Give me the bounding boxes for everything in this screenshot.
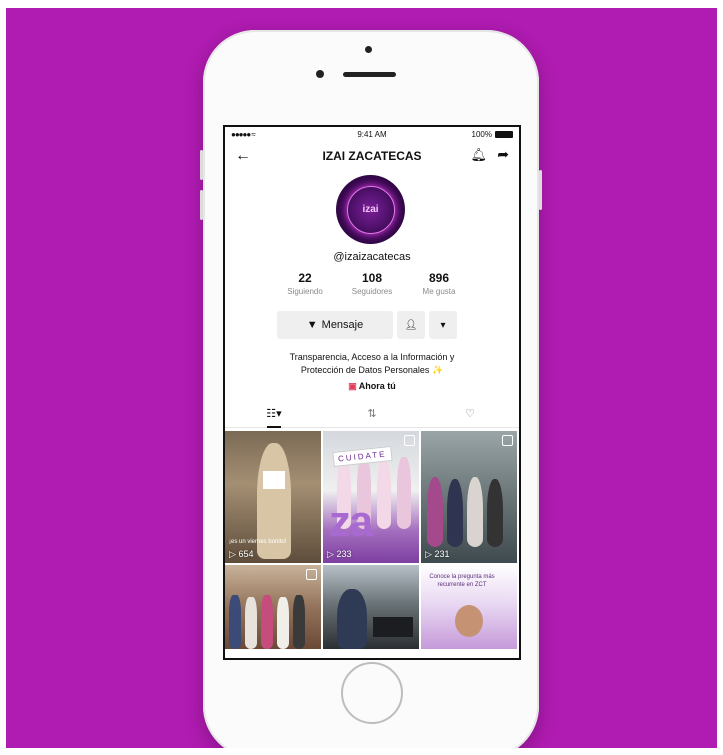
play-icon: ▷ [425, 549, 432, 559]
stat-likes[interactable]: 896 Me gusta [409, 271, 469, 296]
person-figure [293, 595, 305, 649]
stat-label: Seguidores [351, 287, 393, 296]
view-count: ▷ 654 [229, 549, 253, 560]
avatar[interactable]: izai [336, 175, 405, 244]
sparkles-icon: ✨ [431, 365, 444, 375]
play-icon: ▷ [327, 549, 334, 559]
stat-following[interactable]: 22 Siguiendo [275, 271, 335, 296]
video-thumbnail[interactable]: ▷ 231 [421, 431, 517, 563]
profile-handle: @izaizacatecas [333, 251, 411, 263]
power-button [539, 170, 542, 210]
person-figure [377, 459, 391, 529]
video-grid: ¡es un viernes bonito! ▷ 654 CUIDATE za … [225, 431, 519, 649]
person-figure [397, 457, 411, 529]
person-figure [447, 479, 463, 547]
avatar-logo: izai [346, 185, 395, 234]
battery-percent: 100% [471, 130, 492, 139]
stat-value: 896 [428, 271, 450, 285]
person-figure [487, 479, 503, 547]
video-thumbnail[interactable]: CUIDATE za ▷ 233 [323, 431, 419, 563]
keyboard-shape [373, 617, 413, 637]
multi-image-icon [306, 569, 317, 580]
message-button[interactable]: ▼ Mensaje [277, 311, 393, 339]
tab-videos[interactable]: ☷▾ [225, 403, 323, 428]
bio-line-1: Transparencia, Acceso a la Información y [289, 352, 455, 362]
volume-up-button [200, 150, 203, 180]
person-figure [467, 477, 483, 547]
person-face [455, 605, 483, 637]
liked-icon: ♡ [465, 408, 475, 420]
bio-line-2: Protección de Datos Personales ✨ [245, 364, 499, 377]
person-figure [277, 597, 289, 649]
video-thumbnail[interactable] [225, 565, 321, 649]
video-thumbnail[interactable]: Conoce la pregunta más recurrente en ZCT [421, 565, 517, 649]
share-icon[interactable]: ➦ [497, 146, 509, 163]
video-thumbnail[interactable] [323, 565, 419, 649]
person-figure [245, 597, 257, 649]
profile-link[interactable]: ▣ Ahora tú [225, 381, 519, 392]
instagram-icon: ▣ [348, 381, 357, 391]
person-figure [229, 595, 241, 649]
profile-bio: Transparencia, Acceso a la Información y… [245, 351, 499, 377]
stat-value: 108 [361, 271, 383, 285]
stat-label: Me gusta [422, 287, 456, 296]
video-thumbnail[interactable]: ¡es un viernes bonito! ▷ 654 [225, 431, 321, 563]
stat-value: 22 [298, 271, 312, 285]
content-tabs: ☷▾ ⇅ ♡ [225, 403, 519, 428]
stat-label: Siguiendo [287, 287, 323, 296]
front-camera [365, 46, 372, 53]
video-banner-text: Conoce la pregunta más recurrente en ZCT [429, 574, 495, 588]
earpiece-speaker [343, 72, 396, 77]
play-icon: ▷ [229, 549, 236, 559]
battery-icon [495, 131, 513, 138]
person-figure [427, 477, 443, 547]
bell-icon[interactable]: 🔔︎ [470, 147, 487, 163]
profile-header: ← IZAI ZACATECAS 🔔︎ ➦ [225, 143, 519, 169]
proximity-sensor [316, 70, 324, 78]
background-stage: ●●●●● ≈ 9:41 AM 100% ← IZAI ZACATECAS 🔔︎… [6, 8, 717, 748]
izai-logo: za [329, 497, 374, 546]
bio-line-2-text: Protección de Datos Personales [300, 365, 430, 375]
phone-screen: ●●●●● ≈ 9:41 AM 100% ← IZAI ZACATECAS 🔔︎… [223, 125, 521, 660]
multi-image-icon [502, 435, 513, 446]
view-count-value: 231 [434, 549, 450, 559]
add-friend-icon: 👤︎ [404, 319, 418, 331]
more-dropdown-button[interactable]: ▾ [429, 311, 457, 339]
phone-mockup: ●●●●● ≈ 9:41 AM 100% ← IZAI ZACATECAS 🔔︎… [200, 30, 542, 748]
view-count-value: 654 [238, 549, 254, 559]
repost-icon: ⇅ [367, 408, 377, 420]
battery-indicator: 100% [472, 130, 513, 139]
view-count: ▷ 233 [327, 549, 351, 560]
tab-reposts[interactable]: ⇅ [323, 403, 421, 427]
multi-image-icon [404, 435, 415, 446]
view-count-value: 233 [336, 549, 352, 559]
message-label: Mensaje [321, 319, 364, 331]
home-button[interactable] [341, 662, 403, 724]
profile-actions: ▼ Mensaje 👤︎ ▾ [277, 311, 457, 339]
grid-icon: ☷▾ [266, 408, 282, 420]
profile-stats: 22 Siguiendo 108 Seguidores 896 Me gusta [275, 271, 469, 296]
filter-icon: ▼ [306, 319, 318, 331]
view-count: ▷ 231 [425, 549, 449, 560]
person-figure [261, 595, 273, 649]
volume-down-button [200, 190, 203, 220]
stat-followers[interactable]: 108 Seguidores [342, 271, 402, 296]
profile-link-text: Ahora tú [358, 381, 396, 391]
video-caption: ¡es un viernes bonito! [229, 539, 287, 545]
paper-sheet [263, 471, 285, 489]
add-friend-button[interactable]: 👤︎ [397, 311, 425, 339]
dropdown-icon: ▾ [440, 319, 446, 331]
status-bar: ●●●●● ≈ 9:41 AM 100% [225, 127, 519, 143]
tab-liked[interactable]: ♡ [421, 403, 519, 427]
person-figure [337, 589, 367, 649]
